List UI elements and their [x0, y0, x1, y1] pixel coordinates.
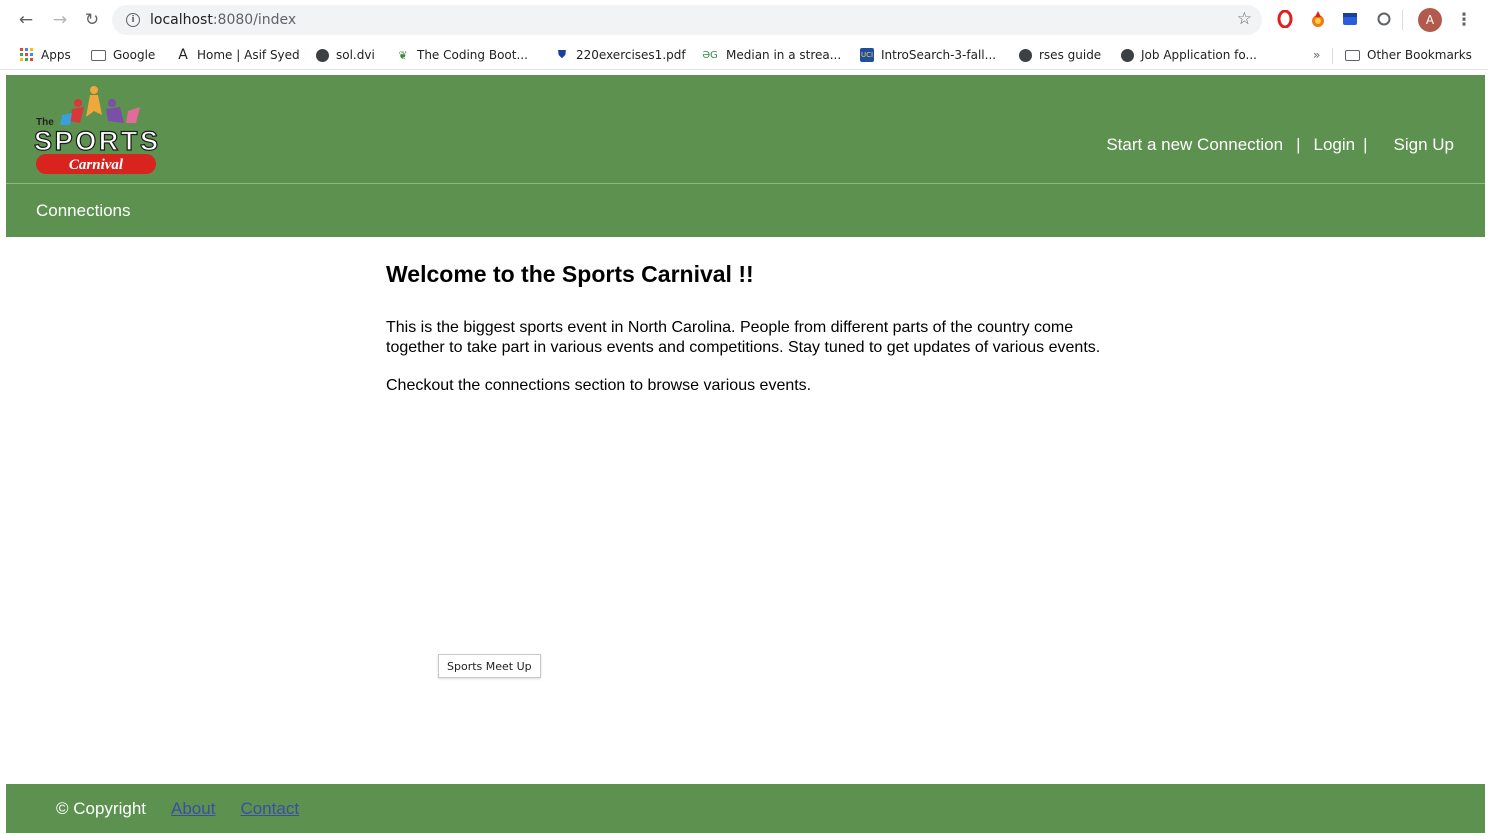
forward-arrow-icon[interactable]: →: [48, 8, 72, 32]
uci-icon: UCI: [860, 48, 874, 62]
info-icon[interactable]: i: [126, 13, 140, 27]
contact-link[interactable]: Contact: [240, 799, 299, 819]
folder-icon: [1345, 49, 1360, 61]
tooltip: Sports Meet Up: [438, 654, 541, 678]
bookmark-label: Home | Asif Syed: [197, 48, 300, 62]
site-footer: © Copyright About Contact: [6, 784, 1485, 833]
bookmark-other-bookmarks[interactable]: Other Bookmarks: [1345, 47, 1472, 63]
bookmark-apps[interactable]: Apps: [20, 47, 71, 63]
folder-icon: [91, 49, 106, 61]
bookmark-label: Google: [113, 48, 156, 62]
bookmark-star-icon[interactable]: ☆: [1237, 9, 1252, 29]
logo-sports-text: SPORTS: [34, 126, 158, 156]
bookmark-google[interactable]: Google: [91, 47, 155, 63]
reload-icon[interactable]: ↻: [80, 8, 104, 32]
bookmarks-bar: Apps Google A Home | Asif Syed sol.dvi ❦…: [0, 40, 1488, 70]
globe-icon: [1019, 48, 1032, 62]
logo-carnival-text: Carnival: [69, 157, 124, 173]
url-host: localhost: [150, 12, 213, 28]
bookmark-label: Job Application fo...: [1141, 48, 1257, 62]
browser-toolbar: ← → ↻ i localhost:8080/index ☆ A ⋮: [0, 0, 1488, 40]
address-bar[interactable]: i localhost:8080/index ☆: [112, 5, 1262, 35]
bookmark-rses-guide[interactable]: rses guide: [1019, 47, 1101, 63]
bookmark-220exercises[interactable]: ⛊ 220exercises1.pdf: [555, 47, 686, 63]
copyright-text: © Copyright: [56, 798, 147, 818]
bookmark-label: 220exercises1.pdf: [576, 48, 686, 62]
connections-link[interactable]: Connections: [36, 201, 131, 221]
nav-separator: |: [1296, 135, 1301, 154]
web-page: The SPORTS Carnival Start a new Connecti…: [6, 75, 1485, 833]
bookmark-coding-boot[interactable]: ❦ The Coding Boot...: [396, 47, 528, 63]
profile-avatar[interactable]: A: [1418, 8, 1442, 32]
bookmark-label: Median in a strea...: [726, 48, 842, 62]
letter-a-icon: A: [178, 47, 188, 63]
geeksforgeeks-icon: ƏG: [702, 49, 718, 61]
bookmark-label: IntroSearch-3-fall...: [881, 48, 997, 62]
url-path: :8080/index: [212, 12, 297, 28]
intro-paragraph: This is the biggest sports event in Nort…: [386, 319, 1101, 356]
fire-extension-icon[interactable]: [1309, 10, 1327, 28]
bookmark-home-asif-syed[interactable]: A Home | Asif Syed: [176, 47, 300, 63]
bookmark-label: rses guide: [1039, 48, 1102, 62]
leaf-icon: ❦: [398, 48, 408, 62]
url-text[interactable]: localhost:8080/index: [150, 12, 296, 28]
header-nav: Start a new Connection | Login | Sign Up: [1106, 135, 1454, 155]
sports-carnival-logo[interactable]: The SPORTS Carnival: [32, 85, 162, 177]
signup-link[interactable]: Sign Up: [1394, 135, 1454, 155]
bookmark-label: Other Bookmarks: [1367, 48, 1472, 62]
shield-icon: ⛊: [557, 48, 567, 61]
start-new-connection-link[interactable]: Start a new Connection: [1106, 135, 1283, 155]
apps-grid-icon: [20, 48, 33, 61]
bookmark-label: sol.dvi: [336, 48, 375, 62]
login-link[interactable]: Login: [1313, 135, 1355, 155]
menu-kebab-icon[interactable]: ⋮: [1452, 8, 1476, 32]
bookmark-job-application[interactable]: Job Application fo...: [1121, 47, 1257, 63]
bookmark-introsearch[interactable]: UCI IntroSearch-3-fall...: [860, 47, 996, 63]
back-arrow-icon[interactable]: ←: [14, 8, 38, 32]
bookmarks-divider: [1332, 48, 1333, 64]
circle-extension-icon[interactable]: [1375, 10, 1393, 28]
main-content: Welcome to the Sports Carnival !! This i…: [386, 261, 1106, 395]
globe-icon: [1121, 48, 1134, 62]
sub-navigation: Connections: [6, 184, 1485, 237]
cta-paragraph: Checkout the connections section to brow…: [386, 377, 812, 394]
blue-extension-icon[interactable]: [1341, 10, 1359, 28]
about-link[interactable]: About: [171, 799, 215, 819]
toolbar-divider: [1402, 10, 1403, 30]
bookmark-sol-dvi[interactable]: sol.dvi: [316, 47, 375, 63]
bookmark-label: The Coding Boot...: [417, 48, 528, 62]
page-title: Welcome to the Sports Carnival !!: [386, 261, 754, 287]
opera-icon[interactable]: [1276, 10, 1294, 28]
nav-separator: |: [1363, 135, 1368, 154]
bookmarks-overflow-chevron[interactable]: »: [1313, 47, 1320, 63]
site-header: The SPORTS Carnival Start a new Connecti…: [6, 75, 1485, 184]
bookmark-label: Apps: [41, 48, 71, 62]
globe-icon: [316, 48, 329, 62]
bookmark-median-stream[interactable]: ƏG Median in a strea...: [701, 47, 841, 63]
